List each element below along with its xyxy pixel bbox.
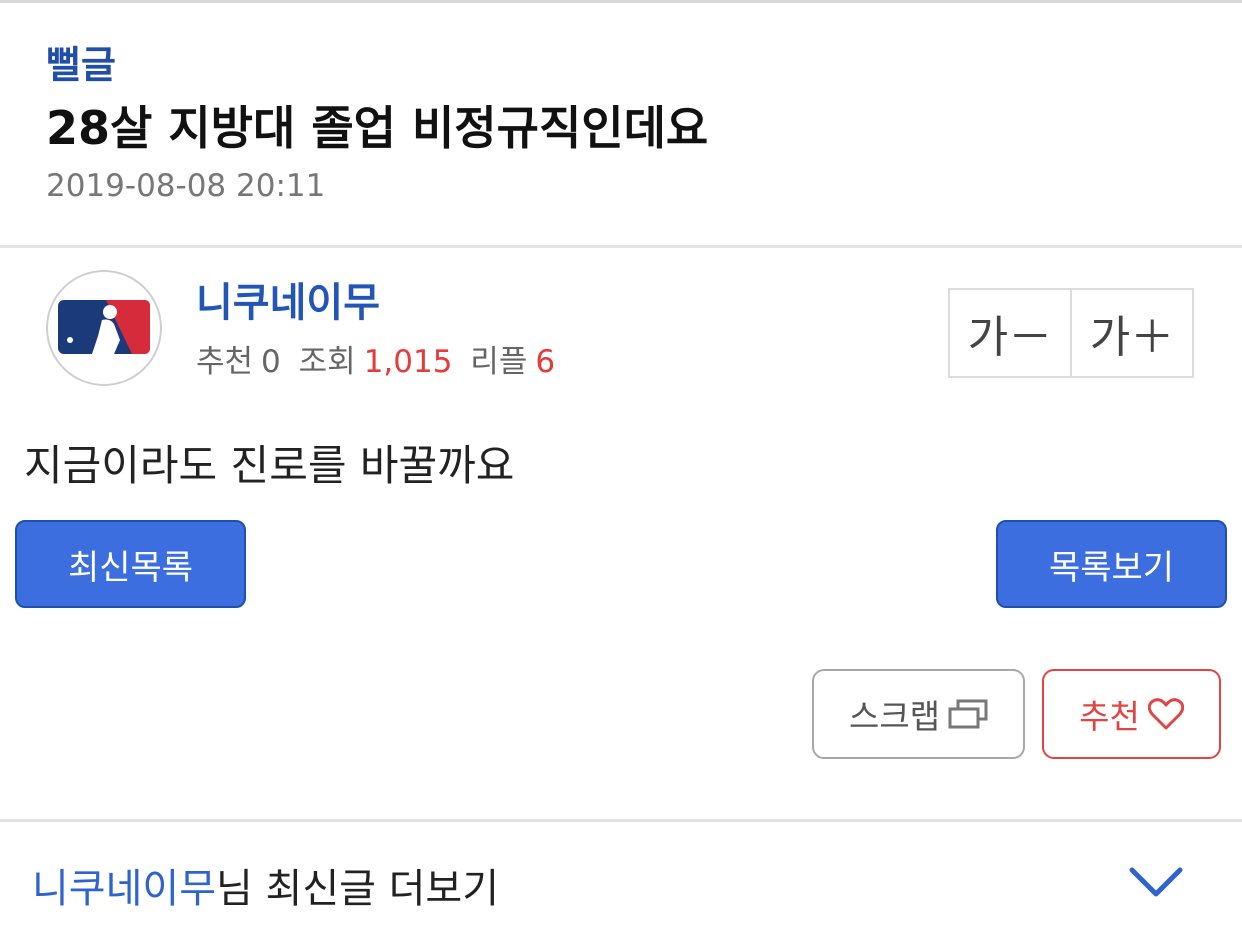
rec-label: 추천 <box>196 344 254 380</box>
scrap-button[interactable]: 스크랩 <box>812 669 1025 759</box>
avatar[interactable] <box>46 270 162 386</box>
post-date: 2019-08-08 20:11 <box>46 168 326 204</box>
latest-list-button[interactable]: 최신목록 <box>15 520 246 608</box>
top-border <box>0 0 1242 3</box>
views-count: 1,015 <box>363 344 453 380</box>
more-posts-link[interactable]: 니쿠네이무님 최신글 더보기 <box>32 856 499 914</box>
post-category[interactable]: 뻘글 <box>46 34 116 89</box>
views-label: 조회 <box>298 344 356 380</box>
more-posts-nickname: 니쿠네이무 <box>32 866 216 912</box>
copy-windows-icon <box>948 699 988 729</box>
font-increase-button[interactable]: 가＋ <box>1070 290 1192 376</box>
chevron-down-icon[interactable] <box>1128 866 1184 900</box>
heart-outline-icon <box>1147 698 1184 730</box>
recommend-label: 추천 <box>1079 697 1140 736</box>
view-list-button[interactable]: 목록보기 <box>996 520 1227 608</box>
reply-count: 6 <box>535 344 556 380</box>
post-stats: 추천 0 조회 1,015 리플 6 <box>196 336 563 381</box>
more-posts-suffix: 님 최신글 더보기 <box>216 866 500 912</box>
header-divider <box>0 245 1242 248</box>
reply-label: 리플 <box>470 344 528 380</box>
mlb-logo-icon <box>58 300 150 354</box>
author-nickname[interactable]: 니쿠네이무 <box>196 270 380 328</box>
font-decrease-button[interactable]: 가－ <box>950 290 1070 376</box>
recommend-button[interactable]: 추천 <box>1042 669 1221 759</box>
scrap-label: 스크랩 <box>848 697 941 736</box>
post-content: 지금이라도 진로를 바꿀까요 <box>24 441 515 490</box>
post-title: 28살 지방대 졸업 비정규직인데요 <box>46 101 709 155</box>
rec-count: 0 <box>261 344 281 380</box>
font-size-control: 가－ 가＋ <box>948 288 1194 378</box>
footer-divider <box>0 819 1242 822</box>
